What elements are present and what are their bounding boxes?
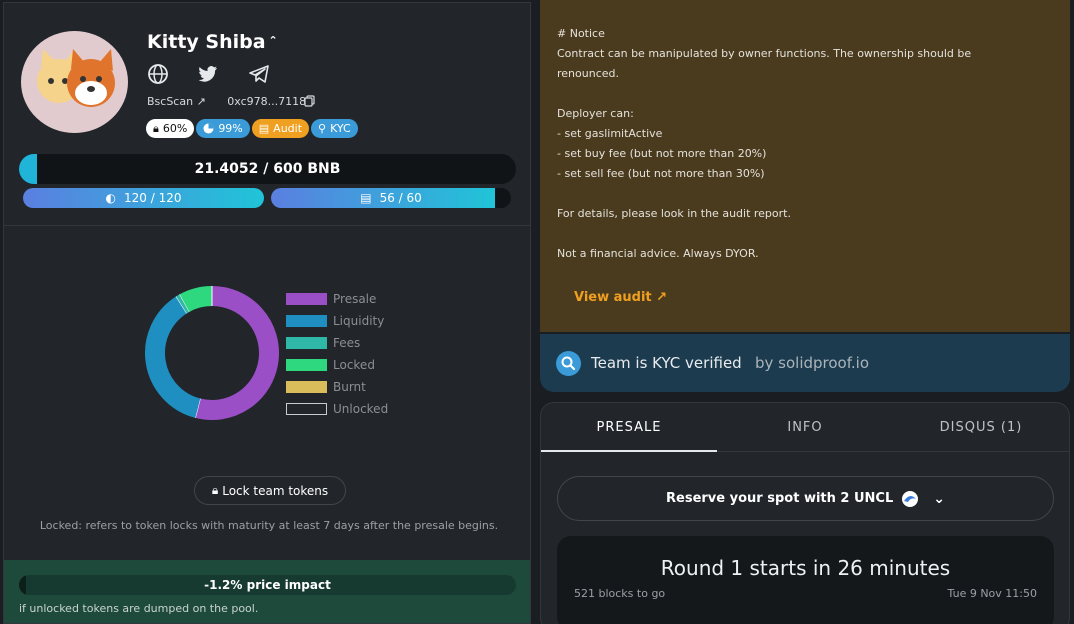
legend-swatch	[286, 337, 327, 349]
notice-line: - set buy fee (but not more than 20%)	[557, 147, 767, 160]
twitter-icon[interactable]	[197, 63, 219, 85]
raise-progress-bar: 21.4052 / 600 BNB	[19, 154, 516, 184]
search-icon: ⚲	[318, 122, 327, 135]
round-countdown: Round 1 starts in 26 minutes 521 blocks …	[557, 536, 1054, 624]
notice-line: - set sell fee (but not more than 30%)	[557, 167, 765, 180]
price-impact-text: -1.2% price impact	[204, 578, 331, 592]
legend-label: Presale	[333, 292, 377, 306]
notice-line: Contract can be manipulated by owner fun…	[557, 47, 972, 60]
legend-label: Fees	[333, 336, 361, 350]
legend-item-locked[interactable]: Locked	[286, 354, 388, 376]
distribution-badge[interactable]: 99%	[196, 119, 250, 138]
badge-row: 🔒︎ 60% 99% ▤ Audit ⚲ KYC	[146, 119, 358, 138]
notice-line	[557, 224, 1057, 244]
notice-line	[557, 184, 1057, 204]
divider	[4, 225, 530, 226]
notice-line: Deployer can:	[557, 107, 634, 120]
lock-icon: 🔒︎	[211, 483, 219, 497]
document-icon: ▤	[360, 191, 372, 205]
token-distribution-donut	[145, 286, 279, 420]
legend-label: Unlocked	[333, 402, 389, 416]
token-name: Kitty Shiba ⌃	[147, 31, 278, 53]
legend-item-fees[interactable]: Fees	[286, 332, 388, 354]
price-impact-bar: -1.2% price impact	[19, 575, 516, 595]
copy-icon[interactable]	[304, 95, 316, 107]
pie-icon	[203, 123, 214, 134]
bscscan-link[interactable]: BscScan	[147, 95, 193, 108]
document-icon: ▤	[258, 122, 270, 135]
notice-line: # Notice	[557, 27, 605, 40]
notice-text: # Notice Contract can be manipulated by o…	[557, 24, 1057, 264]
whitelist-progress-bar: ▤ 56 / 60	[271, 188, 511, 208]
kyc-text: Team is KYC verified	[591, 354, 742, 372]
notice-line	[557, 84, 1057, 104]
telegram-icon[interactable]	[248, 63, 270, 85]
audit-notice: # Notice Contract can be manipulated by o…	[540, 0, 1070, 332]
token-panel: Kitty Shiba ⌃ BscScan ↗ 0xc978...7118 🔒︎ 6…	[3, 2, 531, 624]
reserve-spot-button[interactable]: Reserve your spot with 2 UNCL ⌄	[557, 476, 1054, 521]
price-impact-section: -1.2% price impact if unlocked tokens ar…	[4, 560, 530, 623]
price-impact-note: if unlocked tokens are dumped on the poo…	[19, 602, 259, 615]
contract-address[interactable]: 0xc978...7118	[227, 95, 306, 108]
notice-line: - set gaslimitActive	[557, 127, 663, 140]
legend-swatch	[286, 293, 327, 305]
kyc-banner: Team is KYC verified by solidproof.io	[540, 334, 1070, 392]
tab-disqus[interactable]: DISQUS (1)	[893, 403, 1069, 451]
uncl-icon: ◐	[105, 191, 116, 205]
lock-badge[interactable]: 🔒︎ 60%	[146, 119, 195, 138]
legend-label: Liquidity	[333, 314, 385, 328]
donut-slice-liquidity	[145, 296, 201, 418]
legend-label: Burnt	[333, 380, 366, 394]
lock-team-tokens-button[interactable]: 🔒︎ Lock team tokens	[194, 476, 346, 505]
legend-item-liquidity[interactable]: Liquidity	[286, 310, 388, 332]
chart-legend: Presale Liquidity Fees Locked Burnt Unlocked	[286, 288, 388, 420]
uncl-icon	[902, 490, 919, 507]
donut-slice-presale	[195, 286, 279, 420]
legend-item-presale[interactable]: Presale	[286, 288, 388, 310]
round-title: Round 1 starts in 26 minutes	[660, 556, 951, 580]
donut-slice-fees	[176, 294, 190, 314]
legend-item-burnt[interactable]: Burnt	[286, 376, 388, 398]
legend-swatch	[286, 315, 327, 327]
globe-icon[interactable]	[147, 63, 169, 85]
legend-label: Locked	[333, 358, 375, 372]
kyc-badge[interactable]: ⚲ KYC	[311, 119, 358, 138]
legend-swatch	[286, 381, 327, 393]
external-link-icon: ↗	[193, 95, 206, 108]
tab-bar: PRESALE INFO DISQUS (1)	[541, 403, 1069, 452]
view-audit-link[interactable]: View audit ↗	[574, 290, 667, 305]
locked-note: Locked: refers to token locks with matur…	[39, 519, 499, 532]
legend-swatch	[286, 403, 327, 415]
slots-progress-bar: ◐ 120 / 120	[23, 188, 264, 208]
token-links: BscScan ↗ 0xc978...7118	[147, 95, 306, 108]
notice-line: Not a financial advice. Always DYOR.	[557, 247, 759, 260]
kyc-provider[interactable]: by solidproof.io	[755, 354, 869, 372]
tab-info[interactable]: INFO	[717, 403, 893, 451]
chevron-down-icon: ⌄	[933, 490, 945, 507]
chevron-up-icon[interactable]: ⌃	[269, 34, 278, 47]
presale-panel: PRESALE INFO DISQUS (1) Reserve your spo…	[540, 402, 1070, 624]
search-icon	[556, 351, 581, 376]
tab-presale[interactable]: PRESALE	[541, 403, 717, 452]
donut-slice-locked	[179, 286, 213, 313]
lock-icon: 🔒︎	[153, 121, 159, 135]
legend-item-unlocked[interactable]: Unlocked	[286, 398, 388, 420]
legend-swatch	[286, 359, 327, 371]
blocks-to-go: 521 blocks to go	[574, 587, 666, 600]
audit-badge[interactable]: ▤ Audit	[251, 119, 310, 138]
notice-line: renounced.	[557, 67, 619, 80]
notice-line: For details, please look in the audit re…	[557, 207, 791, 220]
raise-progress-text: 21.4052 / 600 BNB	[194, 161, 341, 177]
token-avatar	[21, 31, 128, 133]
round-start-date: Tue 9 Nov 11:50	[947, 587, 1037, 600]
